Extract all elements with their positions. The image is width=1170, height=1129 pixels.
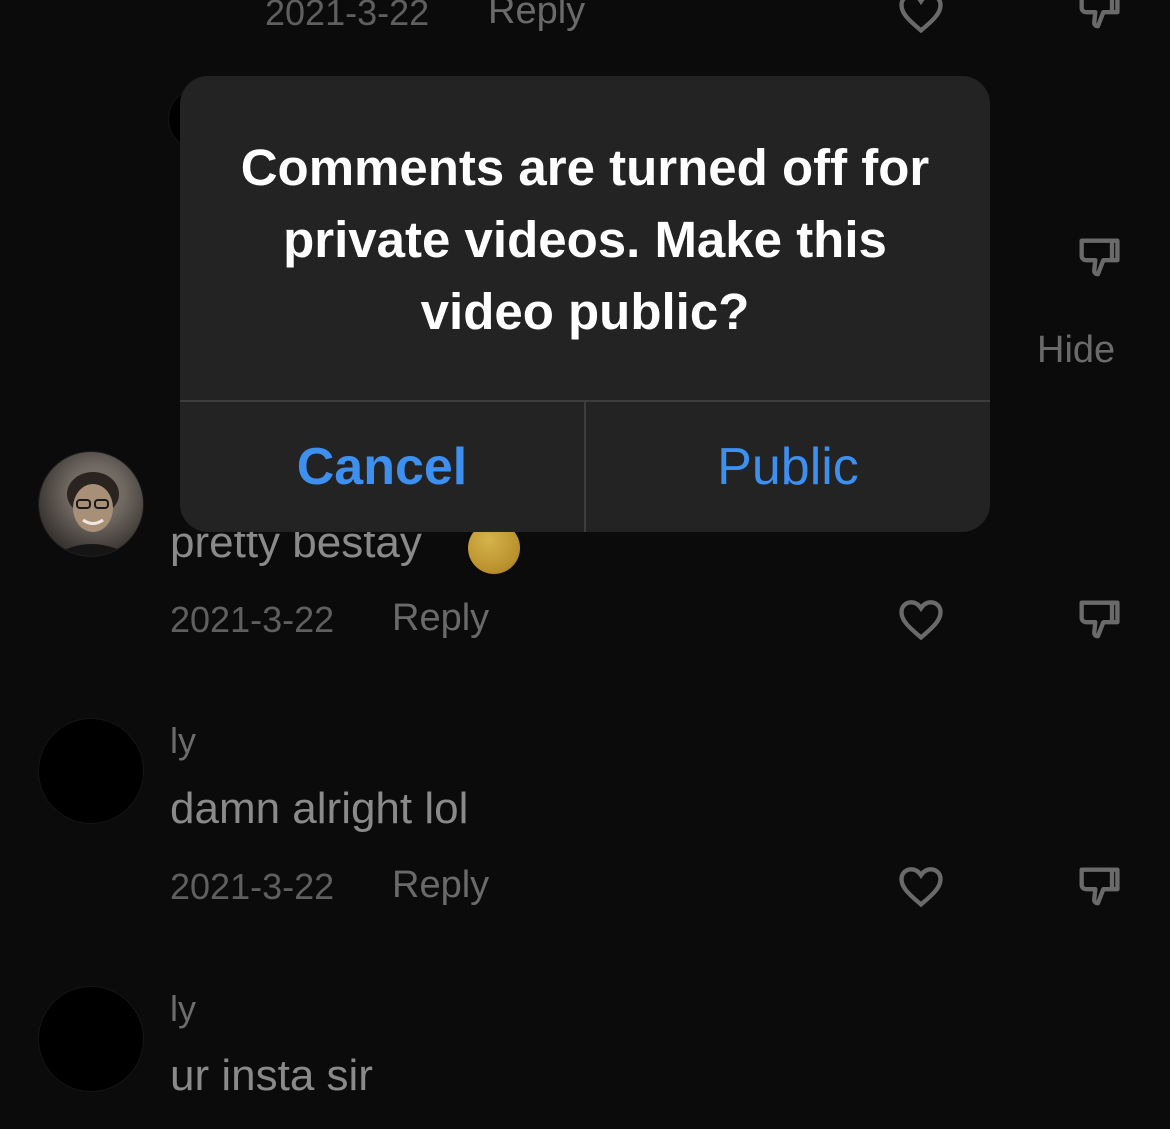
alert-message: Comments are turned off for private vide… <box>240 139 930 340</box>
alert-dialog: Comments are turned off for private vide… <box>180 76 990 532</box>
screen: 2021-3-22 Reply Hide pretty bestay 2021-… <box>0 0 1170 1129</box>
cancel-button[interactable]: Cancel <box>180 402 584 532</box>
make-public-button[interactable]: Public <box>586 402 990 532</box>
